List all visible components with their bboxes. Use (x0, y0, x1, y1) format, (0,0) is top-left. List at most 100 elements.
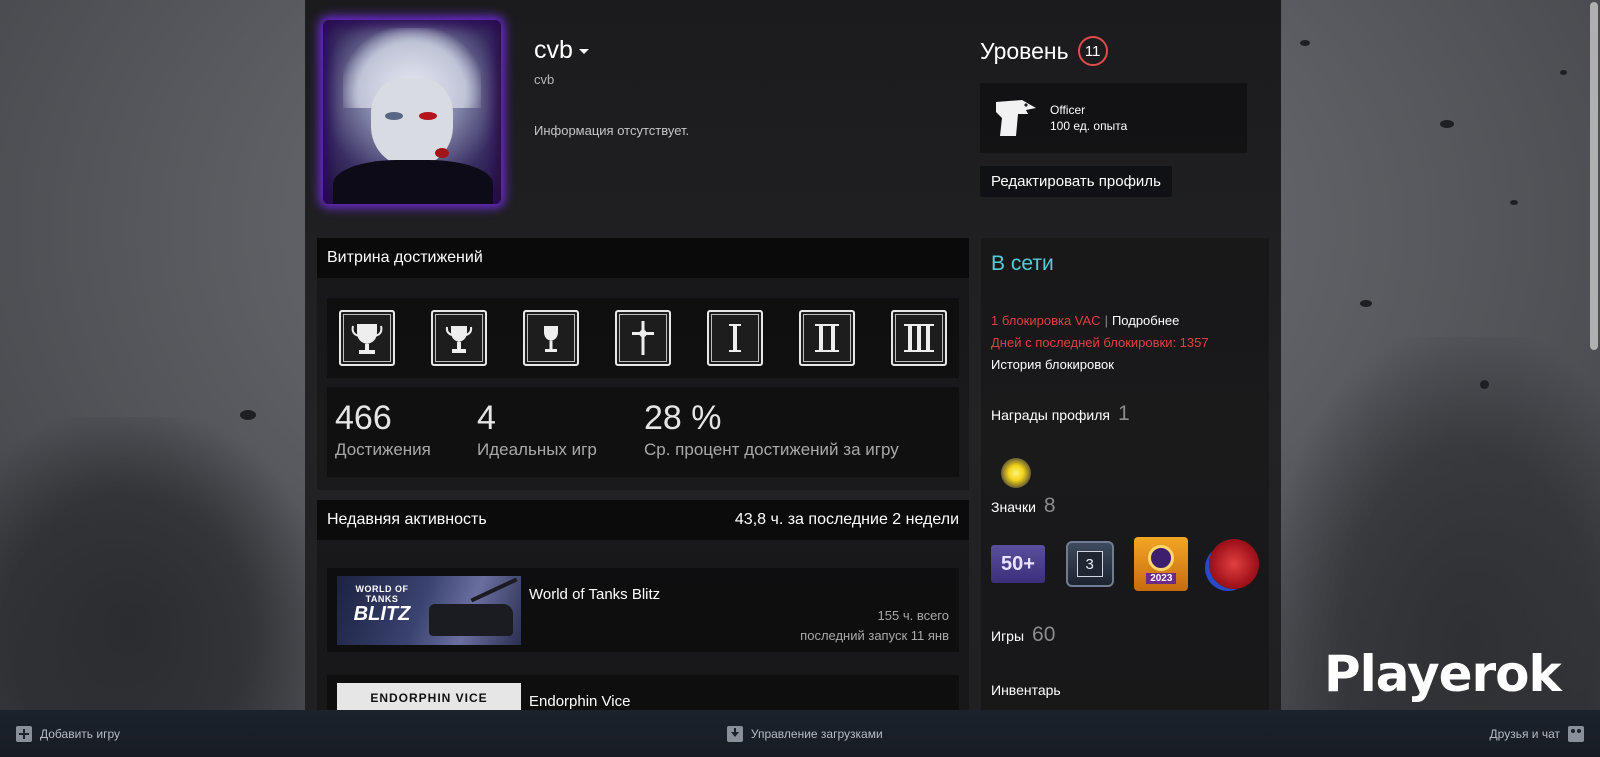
showcase-title: Витрина достижений (327, 249, 483, 266)
add-game-label: Добавить игру (40, 726, 120, 741)
wax-seal-badge-icon[interactable] (1208, 539, 1259, 589)
profile-header: cvb cvb Информация отсутствует. Уровень … (305, 0, 1281, 235)
badge-name: Officer (1050, 103, 1086, 117)
game-name[interactable]: World of Tanks Blitz (529, 586, 660, 603)
badge-years-number: 3 (1076, 551, 1103, 577)
background-rocks-left (0, 417, 320, 717)
favorite-badge[interactable]: Officer 100 ед. опыта (980, 83, 1247, 153)
game-last-played: последний запуск 11 янв (800, 628, 949, 643)
level-label: Уровень (980, 37, 1069, 64)
awards-count: 1 (1117, 402, 1130, 425)
stat-label: Идеальных игр (477, 440, 597, 459)
trophy-large-icon[interactable] (339, 310, 395, 366)
badges-count: 8 (1043, 494, 1056, 517)
badge-50-plus-icon[interactable]: 50+ (991, 545, 1045, 583)
background-speck (1560, 70, 1567, 75)
rank-one-icon[interactable] (707, 310, 763, 366)
game-row-world-of-tanks-blitz[interactable]: WORLD OF TANKS BLITZ World of Tanks Blit… (327, 568, 959, 652)
games-label: Игры (991, 628, 1025, 644)
rank-two-icon[interactable] (799, 310, 855, 366)
vac-ban-line: 1 блокировка VAC | Подробнее (991, 313, 1179, 328)
ban-history-link[interactable]: История блокировок (991, 357, 1114, 372)
game-row-endorphin-vice[interactable]: ENDORPHIN VICE Endorphin Vice (327, 675, 959, 710)
trophy-small-icon[interactable] (523, 310, 579, 366)
profile-page: cvb cvb Информация отсутствует. Уровень … (305, 0, 1281, 710)
stat-label: Ср. процент достижений за игру (644, 440, 899, 459)
downloads-label: Управление загрузками (750, 726, 883, 741)
game-name[interactable]: Endorphin Vice (529, 693, 630, 710)
avatar[interactable] (323, 20, 501, 204)
badge-year: 2023 (1146, 572, 1177, 584)
achievement-showcase: Витрина достижений 466 Достижения 4 Идеа… (317, 238, 969, 490)
background-speck (1300, 40, 1310, 46)
stat-perfect-games[interactable]: 4 Идеальных игр (477, 399, 597, 460)
download-icon (726, 725, 743, 742)
add-game-button[interactable]: Добавить игру (16, 725, 120, 742)
chevron-down-icon (578, 48, 589, 54)
watermark-logo: Playerok (1324, 645, 1562, 703)
real-name: cvb (534, 72, 555, 87)
stat-value: 466 (335, 399, 392, 437)
background-speck (1360, 300, 1372, 307)
persona-name-dropdown[interactable]: cvb (534, 36, 589, 65)
page-scrollbar[interactable] (1590, 2, 1598, 350)
online-status: В сети (991, 252, 1054, 275)
avatar-detail (435, 148, 449, 158)
vac-details-link[interactable]: Подробнее (1112, 313, 1179, 328)
plus-icon (16, 725, 32, 742)
days-since-ban: Дней с последней блокировки: 1357 (991, 335, 1209, 350)
inventory-link[interactable]: Инвентарь (991, 682, 1061, 698)
separator: | (1104, 313, 1108, 328)
level-title: Уровень 11 (980, 36, 1108, 66)
activity-hours-summary: 43,8 ч. за последние 2 недели (734, 511, 959, 528)
steam-ring-icon (1148, 544, 1175, 571)
achievement-stats: 466 Достижения 4 Идеальных игр 28 % Ср. … (327, 387, 959, 477)
avatar-coat (333, 160, 493, 204)
activity-title: Недавняя активность (327, 511, 487, 528)
friends-icon (1567, 725, 1584, 742)
tank-image (429, 604, 513, 636)
activity-header: Недавняя активность 43,8 ч. за последние… (317, 500, 969, 540)
edit-profile-button[interactable]: Редактировать профиль (980, 166, 1172, 197)
badges-link[interactable]: Значки 8 (991, 494, 1056, 518)
stat-achievements[interactable]: 466 Достижения (335, 399, 431, 460)
vac-ban-count: 1 блокировка VAC (991, 313, 1101, 328)
profile-summary: Информация отсутствует. (534, 123, 690, 138)
game-capsule-image[interactable]: ENDORPHIN VICE (337, 683, 521, 710)
badges-row: 50+ 3 2023 (991, 536, 1259, 592)
stat-avg-completion[interactable]: 28 % Ср. процент достижений за игру (644, 399, 899, 460)
avatar-eye (385, 112, 403, 120)
badge-xp: 100 ед. опыта (1050, 119, 1128, 133)
award-coin-icon[interactable] (1001, 458, 1031, 488)
level-block: Уровень 11 (980, 36, 1108, 66)
achievement-icons (327, 298, 959, 378)
trophy-medium-icon[interactable] (431, 310, 487, 366)
badge-years-icon[interactable]: 3 (1065, 541, 1114, 587)
bottom-bar: Добавить игру Управление загрузками Друз… (0, 710, 1600, 757)
background-speck (240, 410, 256, 420)
stat-label: Достижения (335, 440, 431, 459)
cross-icon[interactable] (615, 310, 671, 366)
recent-activity: Недавняя активность 43,8 ч. за последние… (317, 500, 969, 710)
level-badge[interactable]: 11 (1077, 36, 1108, 66)
games-link[interactable]: Игры 60 (991, 623, 1055, 647)
awards-label: Награды профиля (991, 407, 1110, 423)
eagle-icon (992, 96, 1038, 140)
background-speck (1480, 380, 1489, 389)
friends-chat-button[interactable]: Друзья и чат (1489, 725, 1584, 742)
game-logo: WORLD OF TANKS BLITZ (343, 584, 421, 624)
avatar-eye (419, 112, 437, 120)
manage-downloads-button[interactable]: Управление загрузками (726, 725, 883, 742)
badge-2023-icon[interactable]: 2023 (1134, 537, 1189, 591)
friends-label: Друзья и чат (1489, 726, 1560, 741)
background-speck (1440, 120, 1454, 128)
rank-three-icon[interactable] (891, 310, 947, 366)
game-logo-line2: BLITZ (353, 603, 411, 625)
stat-value: 28 % (644, 399, 722, 437)
profile-sidebar: В сети 1 блокировка VAC | Подробнее Дней с… (981, 238, 1269, 710)
showcase-header: Витрина достижений (317, 238, 969, 278)
profile-awards-link[interactable]: Награды профиля 1 (991, 402, 1130, 426)
games-count: 60 (1032, 623, 1056, 646)
background-speck (1510, 200, 1518, 205)
game-capsule-image[interactable]: WORLD OF TANKS BLITZ (337, 576, 521, 645)
